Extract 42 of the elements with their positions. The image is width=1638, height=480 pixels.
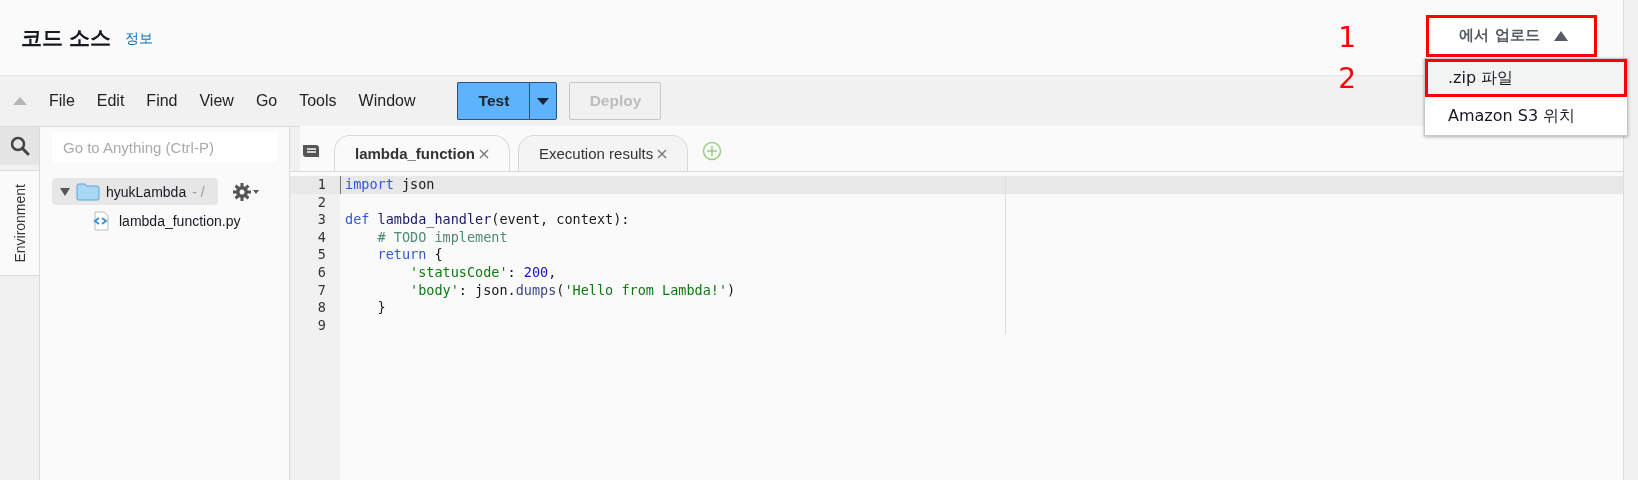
close-icon[interactable] <box>657 148 668 159</box>
close-icon[interactable] <box>479 148 489 159</box>
search-icon[interactable] <box>9 136 30 156</box>
menu-item[interactable]: .zip 파일 <box>1425 58 1627 97</box>
settings-icon[interactable] <box>232 181 260 202</box>
test-dropdown-button[interactable] <box>529 82 558 120</box>
info-link[interactable]: 정보 <box>124 29 153 48</box>
folder-icon <box>76 182 100 201</box>
menu-item[interactable]: Find <box>146 92 190 110</box>
page-title: 코드 소스 <box>21 24 111 51</box>
document-list-icon[interactable] <box>302 144 320 158</box>
file-code-icon <box>92 211 110 231</box>
menu-item[interactable]: Amazon S3 위치 <box>1425 96 1627 135</box>
line-number: 3 <box>290 211 340 229</box>
menu-item[interactable]: View <box>199 92 246 110</box>
upload-dropdown-button[interactable]: 에서 업로드 <box>1426 14 1597 57</box>
search-field[interactable]: Go to Anything (Ctrl-P) <box>52 132 278 162</box>
code-line: # TODO implement <box>376 228 508 245</box>
annotation-number: 1 <box>1338 23 1356 52</box>
code-line: } <box>376 299 386 316</box>
annotation-number: 2 <box>1338 64 1356 93</box>
editor-tab[interactable]: Execution results <box>518 135 689 171</box>
code-line: return { <box>376 246 443 263</box>
line-number: 8 <box>290 299 340 317</box>
scrollbar[interactable] <box>1623 0 1638 480</box>
caret-icon <box>537 97 550 105</box>
code-line: 'body': json.dumps('Hello from Lambda!') <box>409 281 736 298</box>
expand-icon[interactable] <box>60 187 70 196</box>
caret-icon <box>1553 30 1568 41</box>
line-number: 5 <box>290 246 340 264</box>
editor-tab[interactable]: lambda_function <box>334 135 510 171</box>
code-line: def lambda_handler(event, context): <box>345 211 630 228</box>
menu-item[interactable]: Window <box>358 92 428 110</box>
menu-item[interactable]: Go <box>255 92 290 110</box>
tree-folder-item[interactable]: hyukLambda - / <box>52 178 218 205</box>
code-line: 'statusCode': 200, <box>409 263 557 280</box>
menu-item[interactable]: File <box>49 92 87 110</box>
test-button[interactable]: Test <box>457 82 530 120</box>
menu-item[interactable]: Tools <box>299 92 349 110</box>
menu-item[interactable]: Edit <box>96 92 137 110</box>
tree-file-item[interactable]: lambda_function.py <box>92 211 289 231</box>
code-line: import json <box>345 176 435 192</box>
